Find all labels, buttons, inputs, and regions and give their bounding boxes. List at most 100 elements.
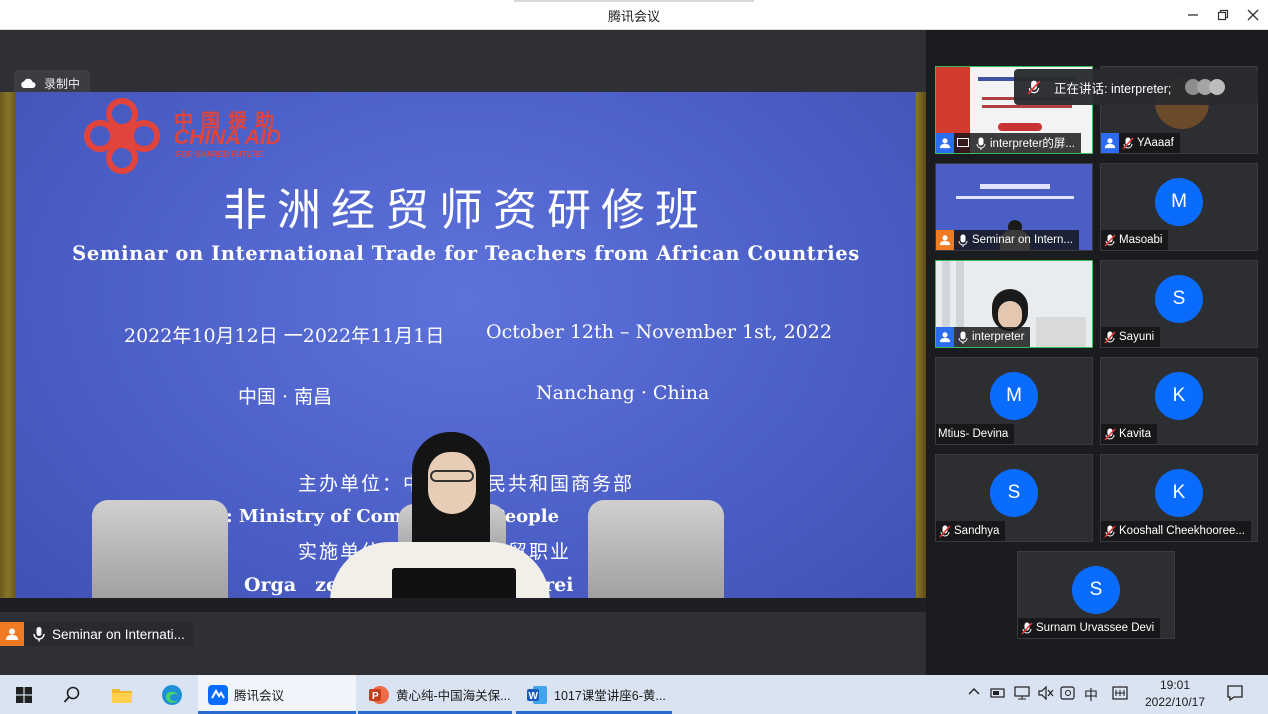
participant-name-tag: Kooshall Cheekhooree...: [1101, 521, 1251, 541]
participant-name: Sandhya: [954, 525, 1000, 537]
file-explorer-button[interactable]: [108, 681, 136, 709]
participant-gallery[interactable]: interpreter的屏... YAaaaf Seminar on Inter…: [926, 30, 1268, 675]
microphone-icon: [954, 327, 972, 347]
muted-microphone-icon: [1101, 230, 1119, 250]
participant-tile[interactable]: S Sayuni: [1100, 260, 1258, 348]
participant-tile[interactable]: S Sandhya: [935, 454, 1093, 542]
user-icon: [0, 622, 24, 646]
participant-tile[interactable]: M Mtius- Devina: [935, 357, 1093, 445]
input-mode-icon: [1112, 686, 1128, 700]
avatar: S: [990, 469, 1038, 517]
screen-share-icon: [954, 133, 972, 153]
minimize-button[interactable]: [1182, 4, 1204, 26]
app-tray-icon: [1060, 686, 1075, 700]
device-icon: [990, 688, 1005, 698]
banner-title-chinese: 非洲经贸师资研修班: [223, 185, 709, 236]
muted-microphone-icon: [1119, 133, 1137, 153]
participant-name: Surnam Urvassee Devi: [1036, 622, 1155, 634]
participant-name: Sayuni: [1119, 331, 1155, 343]
show-hidden-icons-button[interactable]: [968, 686, 980, 701]
input-mode-button[interactable]: [1112, 686, 1128, 703]
start-button[interactable]: [10, 681, 38, 709]
participant-tile[interactable]: K Kooshall Cheekhooree...: [1100, 454, 1258, 542]
participant-name: Kavita: [1119, 428, 1151, 440]
taskbar-app-label: 1017课堂讲座6-黄...: [554, 689, 666, 703]
participant-name: YAaaaf: [1137, 137, 1174, 149]
clock[interactable]: 19:01 2022/10/17: [1136, 677, 1214, 711]
restore-icon: [1217, 9, 1229, 21]
close-icon: [1247, 9, 1259, 21]
muted-microphone-icon: [1101, 327, 1119, 347]
banner-location-english: Nanchang · China: [536, 382, 710, 404]
speaking-avatars: [1185, 79, 1226, 95]
minimize-icon: [1188, 14, 1198, 16]
word-icon: W: [527, 685, 547, 704]
search-button[interactable]: [58, 681, 86, 709]
notification-icon: [1227, 685, 1243, 702]
main-video-area[interactable]: 录制中 中国援助 CHINA AID FOR SHARED FUTURE 非洲经…: [0, 30, 926, 675]
participant-tile[interactable]: K Kavita: [1100, 357, 1258, 445]
ime-label: 中: [1084, 687, 1098, 703]
title-accent: [514, 0, 754, 2]
avatar: M: [990, 372, 1038, 420]
avatar: S: [1155, 275, 1203, 323]
participant-name: Mtius- Devina: [938, 428, 1009, 440]
avatar: K: [1155, 469, 1203, 517]
windows-icon: [16, 687, 32, 703]
edge-button[interactable]: [158, 681, 186, 709]
participant-name-tag: Seminar on Intern...: [936, 230, 1079, 250]
tencent-meeting-icon: [208, 684, 228, 705]
input-method-button[interactable]: 中: [1084, 685, 1098, 705]
banner-date-chinese: 2022年10月12日 一2022年11月1日: [124, 325, 445, 347]
taskbar-app-powerpoint[interactable]: P 黄心纯-中国海关保...: [358, 675, 512, 714]
participant-name-tag: Mtius- Devina: [936, 424, 1015, 444]
taskbar-app-label: 腾讯会议: [234, 689, 285, 703]
wechat-tray-button[interactable]: [1060, 686, 1076, 703]
muted-microphone-icon: [1018, 618, 1036, 638]
logo-subtitle: FOR SHARED FUTURE: [176, 150, 264, 159]
clock-time: 19:01: [1159, 678, 1191, 692]
logo-english-text: CHINA AID: [174, 126, 281, 149]
banner-title-english: Seminar on International Trade for Teach…: [72, 242, 860, 265]
user-icon: [936, 133, 954, 153]
china-aid-knot-icon: [84, 98, 160, 174]
device-tray-button[interactable]: [990, 686, 1006, 703]
svg-text:P: P: [372, 691, 379, 702]
participant-tile[interactable]: M Masoabi: [1100, 163, 1258, 251]
participant-tile[interactable]: interpreter: [935, 260, 1093, 348]
avatar: K: [1155, 372, 1203, 420]
main-video-feed: 中国援助 CHINA AID FOR SHARED FUTURE 非洲经贸师资研…: [0, 92, 926, 612]
network-icon: [1014, 686, 1030, 700]
speaker-glasses: [430, 470, 474, 482]
close-button[interactable]: [1242, 4, 1264, 26]
muted-microphone-icon: [1101, 521, 1119, 541]
speaking-label: 正在讲话: interpreter;: [1054, 81, 1172, 96]
volume-button[interactable]: [1038, 685, 1054, 703]
user-icon: [936, 327, 954, 347]
taskbar-app-tencent-meeting[interactable]: 腾讯会议: [198, 675, 356, 714]
taskbar-app-word[interactable]: W 1017课堂讲座6-黄...: [516, 675, 672, 714]
restore-button[interactable]: [1212, 4, 1234, 26]
user-icon: [936, 230, 954, 250]
participant-name: Seminar on Intern...: [972, 234, 1073, 246]
cloud-icon: [21, 78, 36, 88]
chair-right: [588, 500, 724, 612]
participant-name: interpreter: [972, 331, 1025, 343]
participant-tile[interactable]: S Surnam Urvassee Devi: [1017, 551, 1175, 639]
banner-location-chinese: 中国 · 南昌: [238, 386, 333, 408]
muted-microphone-icon: [1101, 424, 1119, 444]
notification-button[interactable]: [1226, 684, 1244, 705]
main-video-name-tag: Seminar on Internati...: [0, 622, 193, 646]
participant-name: Masoabi: [1119, 234, 1163, 246]
volume-muted-icon: [1038, 685, 1054, 701]
main-video-name: Seminar on Internati...: [52, 626, 185, 642]
participant-tile[interactable]: Seminar on Intern...: [935, 163, 1093, 251]
muted-microphone-icon: [936, 521, 954, 541]
participant-name-tag: YAaaaf: [1101, 133, 1180, 153]
participant-name-tag: Sayuni: [1101, 327, 1161, 347]
microphone-icon: [972, 133, 990, 153]
taskbar-app-label: 黄心纯-中国海关保...: [396, 689, 511, 703]
participant-name-tag: Masoabi: [1101, 230, 1169, 250]
clock-date: 2022/10/17: [1144, 695, 1206, 709]
network-button[interactable]: [1014, 686, 1030, 703]
